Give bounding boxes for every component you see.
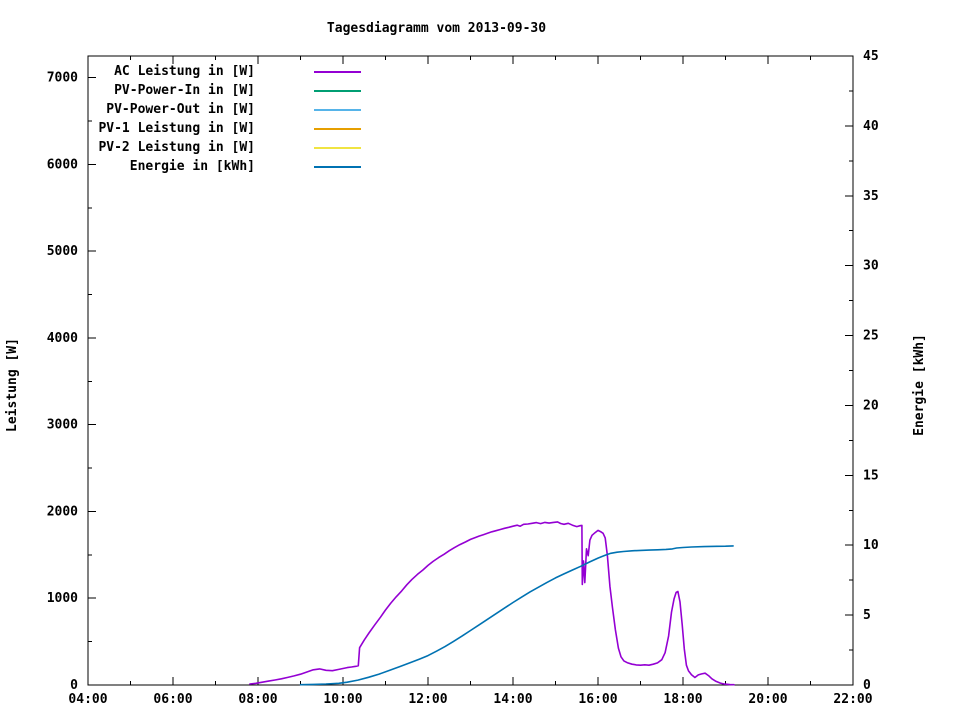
legend-label-pv1-leistung: PV-1 Leistung in [W] — [98, 121, 255, 136]
x-tick-label: 20:00 — [748, 692, 787, 707]
chart-page: Tagesdiagramm vom 2013-09-30 Leistung [W… — [0, 0, 960, 720]
chart-legend: AC Leistung in [W] PV-Power-In in [W] PV-P… — [88, 62, 361, 176]
y-right-tick-label: 15 — [863, 468, 879, 483]
series-line-energie — [299, 545, 734, 686]
legend-line-sample-ac-leistung — [314, 70, 361, 73]
y-right-tick-label: 40 — [863, 119, 879, 134]
series-line-ac-leistung — [249, 521, 735, 686]
y-right-tick-label: 25 — [863, 329, 879, 344]
x-tick-label: 06:00 — [153, 692, 192, 707]
x-tick-label: 22:00 — [833, 692, 872, 707]
x-tick-label: 08:00 — [238, 692, 277, 707]
x-tick-label: 12:00 — [408, 692, 447, 707]
x-tick-label: 14:00 — [493, 692, 532, 707]
legend-line-sample-pv-power-in — [314, 89, 361, 92]
legend-label-ac-leistung: AC Leistung in [W] — [114, 64, 255, 79]
legend-label-pv-power-in: PV-Power-In in [W] — [114, 83, 255, 98]
y-left-tick-label: 3000 — [47, 418, 78, 433]
y-left-tick-label: 1000 — [47, 591, 78, 606]
y-right-tick-label: 35 — [863, 189, 879, 204]
legend-line-sample-energie — [314, 165, 361, 168]
y-left-tick-label: 4000 — [47, 331, 78, 346]
y-right-tick-label: 45 — [863, 49, 879, 64]
y-right-tick-label: 10 — [863, 538, 879, 553]
legend-row-pv-power-in: PV-Power-In in [W] — [88, 81, 361, 100]
legend-row-energie: Energie in [kWh] — [88, 157, 361, 176]
legend-line-sample-pv-power-out — [314, 108, 361, 111]
y-right-tick-label: 20 — [863, 398, 879, 413]
x-tick-label: 18:00 — [663, 692, 702, 707]
legend-label-energie: Energie in [kWh] — [129, 159, 255, 174]
x-tick-label: 16:00 — [578, 692, 617, 707]
legend-row-ac-leistung: AC Leistung in [W] — [88, 62, 361, 81]
legend-line-sample-pv1-leistung — [314, 127, 361, 130]
y-right-tick-label: 5 — [863, 608, 871, 623]
y-right-tick-label: 30 — [863, 259, 879, 274]
legend-row-pv1-leistung: PV-1 Leistung in [W] — [88, 119, 361, 138]
y-left-tick-label: 5000 — [47, 244, 78, 259]
y-left-tick-label: 7000 — [47, 71, 78, 86]
y-left-tick-label: 6000 — [47, 157, 78, 172]
legend-label-pv-power-out: PV-Power-Out in [W] — [106, 102, 255, 117]
legend-label-pv2-leistung: PV-2 Leistung in [W] — [98, 140, 255, 155]
legend-row-pv-power-out: PV-Power-Out in [W] — [88, 100, 361, 119]
y-right-tick-label: 0 — [863, 678, 871, 693]
x-tick-label: 04:00 — [68, 692, 107, 707]
y-left-tick-label: 0 — [70, 678, 78, 693]
legend-row-pv2-leistung: PV-2 Leistung in [W] — [88, 138, 361, 157]
y-left-tick-label: 2000 — [47, 504, 78, 519]
x-tick-label: 10:00 — [323, 692, 362, 707]
legend-line-sample-pv2-leistung — [314, 146, 361, 149]
